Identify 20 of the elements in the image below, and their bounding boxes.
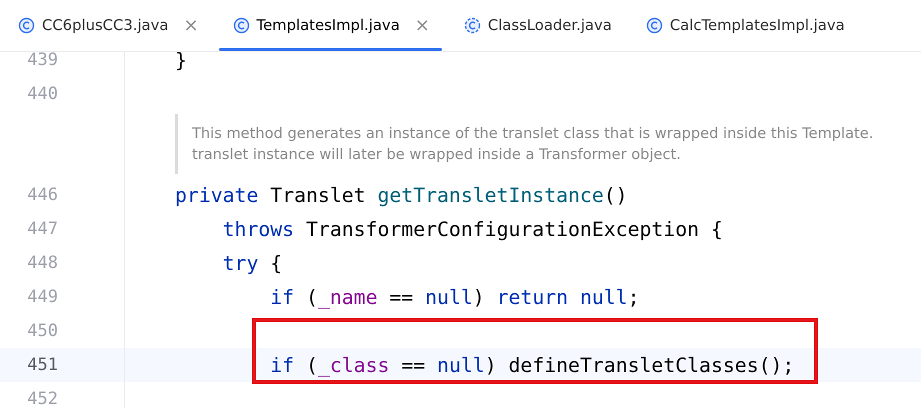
line-number: 439 <box>26 52 58 70</box>
line-number: 448 <box>26 253 58 273</box>
class-icon <box>18 17 35 34</box>
line-number: 447 <box>26 219 58 239</box>
doc-comment-line: translet instance will later be wrapped inside a Transformer object. <box>192 146 682 163</box>
line-number: 451 <box>26 355 58 375</box>
code-line: try { <box>222 252 282 274</box>
code-line: private Translet getTransletInstance() <box>174 184 628 206</box>
class-icon <box>232 17 250 34</box>
line-number: 450 <box>26 321 58 341</box>
class-icon <box>464 17 481 34</box>
line-number: 446 <box>26 185 58 205</box>
line-number: 440 <box>26 84 58 104</box>
code-line: if (_class == null) defineTransletClasses(); <box>269 354 794 376</box>
doc-comment-line: This method generates an instance of the translet class that is wrapped inside this Template. <box>192 125 874 142</box>
line-number: 452 <box>26 389 58 408</box>
class-icon <box>646 17 663 34</box>
code-line: throws TransformerConfigurationException { <box>222 218 723 240</box>
line-number: 449 <box>26 287 58 307</box>
code-line: if (_name == null) return null; <box>269 286 640 308</box>
